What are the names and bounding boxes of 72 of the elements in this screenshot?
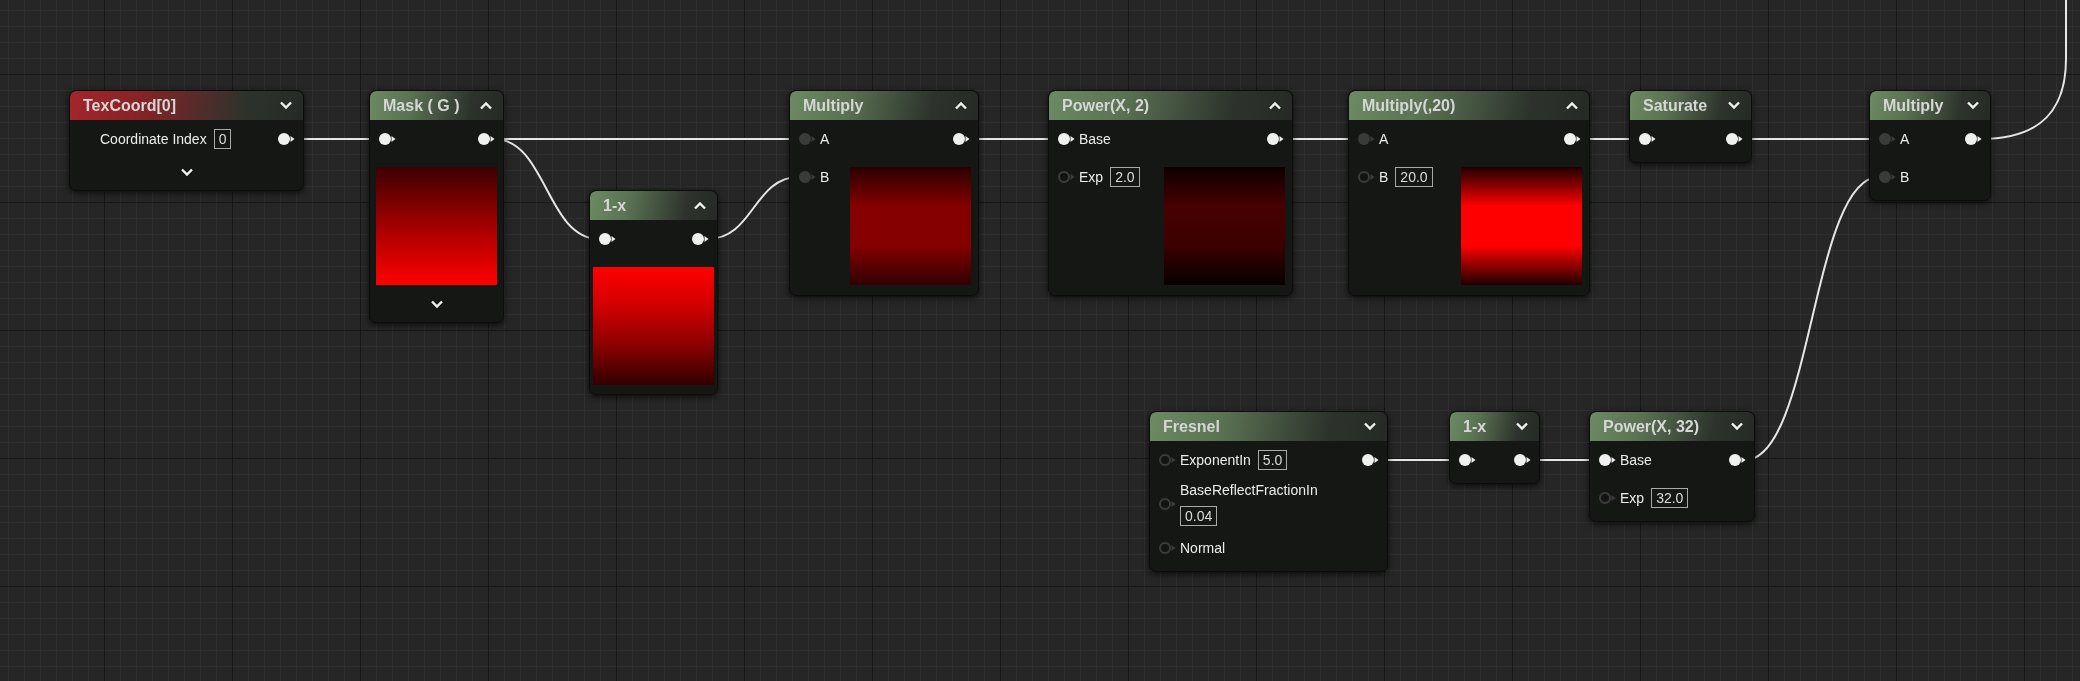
input-pin[interactable] [1158,497,1178,511]
value-field[interactable]: 5.0 [1257,450,1288,470]
input-pin[interactable] [1357,170,1377,184]
chevron-up-icon[interactable] [1565,101,1579,110]
pin-label: A [1900,131,1910,147]
value-field[interactable]: 20.0 [1395,167,1433,187]
input-pin[interactable] [1357,132,1377,146]
node-title: 1-x [603,196,627,215]
pin-label: Exp [1620,490,1645,506]
node-title: Fresnel [1163,417,1220,436]
value-field[interactable]: 0.04 [1180,506,1218,526]
chevron-down-icon[interactable] [429,299,444,309]
chevron-up-icon[interactable] [954,101,968,110]
pin-label: Base [1079,131,1111,147]
pin-label: A [1379,131,1389,147]
output-pin[interactable] [1964,132,1984,146]
input-pin[interactable] [1638,132,1658,146]
node-title: Mask ( G ) [383,96,460,115]
input-pin[interactable] [1158,453,1178,467]
input-pin[interactable] [1598,491,1618,505]
output-pin[interactable] [1728,453,1748,467]
pin-label: BaseReflectFractionIn [1180,482,1318,498]
value-field[interactable]: 32.0 [1651,488,1689,508]
output-pin[interactable] [477,132,497,146]
input-pin[interactable] [1158,541,1178,555]
output-pin[interactable] [1361,453,1381,467]
chevron-up-icon[interactable] [1268,101,1282,110]
pin-label: Base [1620,452,1652,468]
input-pin[interactable] [1878,170,1898,184]
node-title: Multiply(,20) [1362,96,1456,115]
value-field[interactable]: 2.0 [1110,167,1140,187]
input-pin[interactable] [1878,132,1898,146]
output-pin[interactable] [1563,132,1583,146]
node-title: Saturate [1643,96,1708,115]
pin-label: Exp [1079,169,1104,185]
input-pin[interactable] [598,232,618,246]
node-title: Power(X, 2) [1062,96,1150,115]
node-title: 1-x [1463,417,1487,436]
pin-label: Normal [1180,540,1226,556]
output-pin[interactable] [277,132,297,146]
output-pin[interactable] [1266,132,1286,146]
chevron-down-icon[interactable] [1966,101,1980,110]
pin-label: Coordinate Index [100,131,207,147]
node-title: Power(X, 32) [1603,417,1700,436]
output-pin[interactable] [952,132,972,146]
value-field[interactable]: 0 [213,129,232,149]
input-pin[interactable] [1057,170,1077,184]
input-pin[interactable] [798,170,818,184]
chevron-down-icon[interactable] [279,101,293,110]
pin-label: B [1379,169,1389,185]
input-pin[interactable] [1057,132,1077,146]
chevron-down-icon[interactable] [1363,422,1377,431]
input-pin[interactable] [1458,453,1478,467]
pin-label: B [820,169,830,185]
chevron-down-icon[interactable] [1515,422,1529,431]
output-pin[interactable] [1513,453,1533,467]
output-pin[interactable] [691,232,711,246]
node-title: TexCoord[0] [83,96,177,115]
pin-label: B [1900,169,1910,185]
node-title: Multiply [803,96,864,115]
chevron-up-icon[interactable] [693,201,707,210]
output-pin[interactable] [1725,132,1745,146]
pin-label: ExponentIn [1180,452,1251,468]
pin-label: A [820,131,830,147]
input-pin[interactable] [1598,453,1618,467]
node-title: Multiply [1883,96,1944,115]
input-pin[interactable] [798,132,818,146]
chevron-up-icon[interactable] [479,101,493,110]
chevron-down-icon[interactable] [1727,101,1741,110]
chevron-down-icon[interactable] [179,167,194,177]
chevron-down-icon[interactable] [1730,422,1744,431]
input-pin[interactable] [378,132,398,146]
